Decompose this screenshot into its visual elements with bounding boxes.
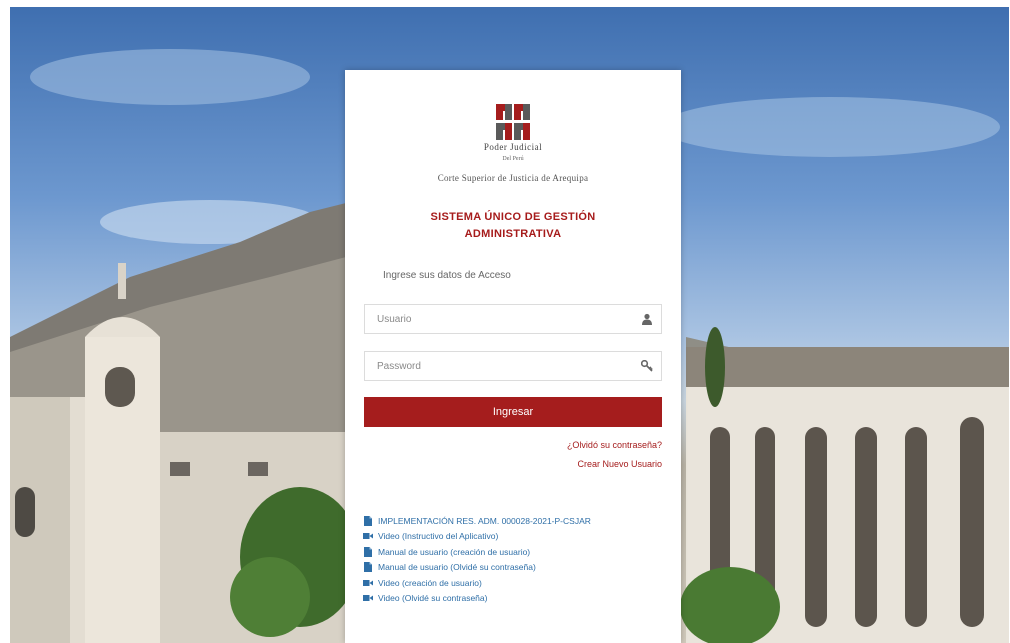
resource-label: Video (creación de usuario) — [378, 577, 482, 588]
resource-label: Video (Olvidé su contraseña) — [378, 593, 488, 604]
file-icon — [364, 562, 372, 573]
institution-subname: Del Perú — [502, 156, 524, 162]
resource-link-video-instructivo[interactable]: Video (Instructivo del Aplicativo) — [363, 529, 673, 545]
court-name: Corte Superior de Justicia de Arequipa — [437, 173, 589, 183]
forgot-password-link[interactable]: ¿Olvidó su contraseña? — [567, 440, 662, 450]
institution-name: Poder Judicial — [483, 142, 543, 152]
login-prompt: Ingrese sus datos de Acceso — [383, 270, 511, 281]
resource-label: Manual de usuario (creación de usuario) — [378, 546, 531, 557]
password-field[interactable] — [364, 351, 662, 381]
resource-link-video-olvide[interactable]: Video (Olvidé su contraseña) — [363, 591, 673, 607]
create-user-link[interactable]: Crear Nuevo Usuario — [577, 459, 662, 469]
username-input[interactable] — [365, 305, 627, 333]
resource-links: IMPLEMENTACIÓN RES. ADM. 000028-2021-P-C… — [363, 513, 673, 606]
user-icon — [642, 313, 652, 325]
resource-label: IMPLEMENTACIÓN RES. ADM. 000028-2021-P-C… — [378, 515, 591, 526]
resource-label: Manual de usuario (Olvidé su contraseña) — [378, 562, 536, 573]
system-title: SISTEMA ÚNICO DE GESTIÓN ADMINISTRATIVA — [430, 211, 596, 240]
video-icon — [363, 533, 373, 540]
password-input[interactable] — [365, 352, 627, 380]
poder-judicial-logo-icon — [496, 104, 530, 140]
resource-link-manual-creacion[interactable]: Manual de usuario (creación de usuario) — [363, 544, 673, 560]
resource-link-implementacion[interactable]: IMPLEMENTACIÓN RES. ADM. 000028-2021-P-C… — [363, 513, 673, 529]
username-field[interactable] — [364, 304, 662, 334]
login-panel: Poder Judicial Del Perú Corte Superior d… — [345, 70, 681, 643]
login-button[interactable]: Ingresar — [364, 397, 662, 427]
resource-link-video-creacion[interactable]: Video (creación de usuario) — [363, 575, 673, 591]
key-icon — [641, 360, 653, 372]
video-icon — [363, 595, 373, 602]
file-icon — [364, 515, 372, 526]
resource-link-manual-olvide[interactable]: Manual de usuario (Olvidé su contraseña) — [363, 560, 673, 576]
file-icon — [364, 546, 372, 557]
resource-label: Video (Instructivo del Aplicativo) — [378, 531, 499, 542]
video-icon — [363, 579, 373, 586]
